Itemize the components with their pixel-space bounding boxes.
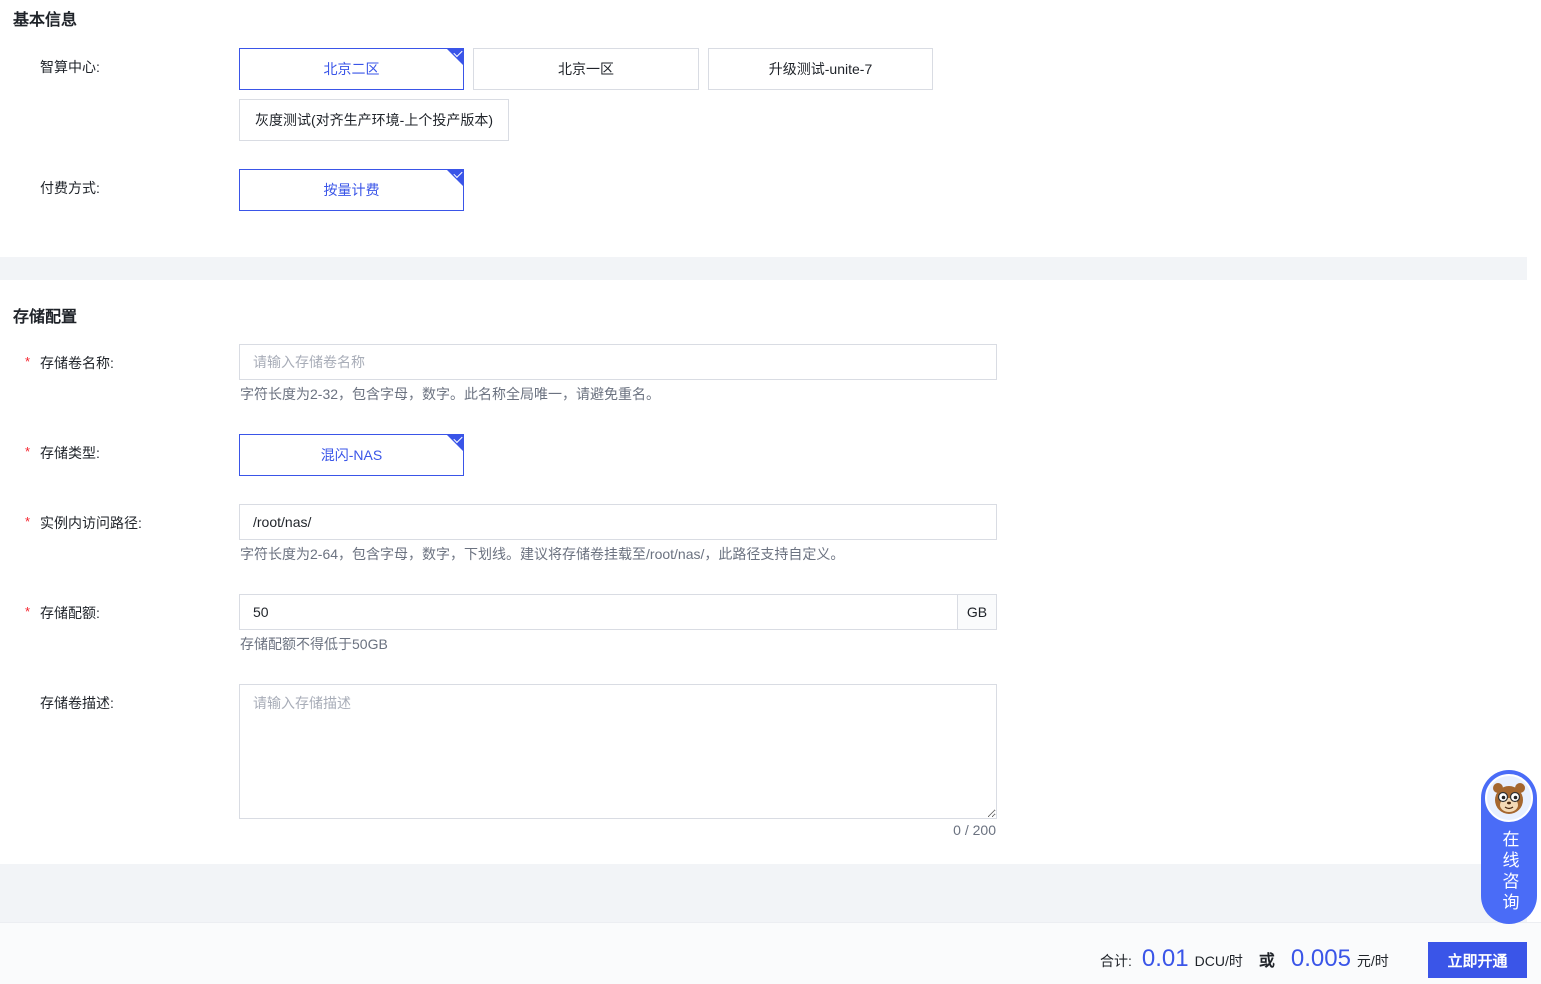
volume-name-input[interactable] xyxy=(239,344,997,380)
or-separator: 或 xyxy=(1258,953,1275,970)
cny-price: 0.005 xyxy=(1290,945,1351,972)
center-option-beijing-2[interactable]: 北京二区 xyxy=(239,47,464,90)
center-option-label: 灰度测试(对齐生产环境-上个投产版本) xyxy=(255,112,493,128)
online-consult-widget[interactable]: 在线咨询 xyxy=(1481,770,1537,924)
description-textarea[interactable] xyxy=(239,684,997,819)
billing-option-label: 按量计费 xyxy=(323,182,380,198)
quota-label: * 存储配额: xyxy=(25,603,100,623)
storage-config-panel: 存储配置 * 存储卷名称: 字符长度为2-32，包含字母，数字。此名称全局唯一，… xyxy=(0,280,1527,864)
volume-name-label-text: 存储卷名称: xyxy=(40,355,114,371)
center-label: 智算中心: xyxy=(40,59,100,75)
quota-input[interactable] xyxy=(239,594,958,630)
storage-type-option-hybrid-nas[interactable]: 混闪-NAS xyxy=(239,433,464,476)
activate-now-button[interactable]: 立即开通 xyxy=(1428,942,1527,978)
dcu-unit: DCU/时 xyxy=(1194,953,1243,969)
billing-label: 付费方式: xyxy=(40,180,100,196)
description-label: 存储卷描述: xyxy=(40,695,114,711)
center-option-label: 升级测试-unite-7 xyxy=(768,61,873,77)
section-title-storage: 存储配置 xyxy=(13,309,78,326)
center-option-label: 北京一区 xyxy=(558,61,614,77)
basic-info-panel: 基本信息 智算中心: 北京二区 北京一区 升级测试-unite-7 灰度测试(对… xyxy=(0,0,1527,257)
dcu-price: 0.01 xyxy=(1141,945,1189,972)
storage-type-option-label: 混闪-NAS xyxy=(320,447,383,463)
center-option-gray-test[interactable]: 灰度测试(对齐生产环境-上个投产版本) xyxy=(239,99,509,141)
quota-label-text: 存储配额: xyxy=(40,605,100,621)
mount-path-input[interactable] xyxy=(239,504,997,540)
volume-name-label: * 存储卷名称: xyxy=(25,353,114,373)
online-consult-label: 在线咨询 xyxy=(1499,830,1519,914)
center-option-upgrade-test[interactable]: 升级测试-unite-7 xyxy=(708,48,933,90)
quota-hint: 存储配额不得低于50GB xyxy=(240,636,388,652)
total-label: 合计: xyxy=(1100,953,1132,969)
required-mark: * xyxy=(25,604,31,619)
required-mark: * xyxy=(25,514,31,529)
center-option-label: 北京二区 xyxy=(323,61,380,77)
volume-name-hint: 字符长度为2-32，包含字母，数字。此名称全局唯一，请避免重名。 xyxy=(240,386,661,402)
mount-path-hint: 字符长度为2-64，包含字母，数字，下划线。建议将存储卷挂载至/root/nas… xyxy=(240,546,845,562)
total-price: 合计: 0.01 DCU/时 或 0.005 元/时 xyxy=(1100,945,1389,973)
required-mark: * xyxy=(25,354,31,369)
mount-path-label: * 实例内访问路径: xyxy=(25,513,142,533)
center-option-beijing-1[interactable]: 北京一区 xyxy=(473,48,699,90)
section-title-basic: 基本信息 xyxy=(13,12,78,29)
mascot-avatar-icon xyxy=(1485,774,1533,822)
storage-type-label-text: 存储类型: xyxy=(40,445,100,461)
cny-unit: 元/时 xyxy=(1356,953,1389,969)
billing-option-pay-as-you-go[interactable]: 按量计费 xyxy=(239,168,464,211)
mount-path-label-text: 实例内访问路径: xyxy=(40,515,142,531)
description-counter: 0 / 200 xyxy=(953,822,996,838)
storage-type-label: * 存储类型: xyxy=(25,443,100,463)
quota-unit-addon: GB xyxy=(957,594,997,630)
required-mark: * xyxy=(25,444,31,459)
